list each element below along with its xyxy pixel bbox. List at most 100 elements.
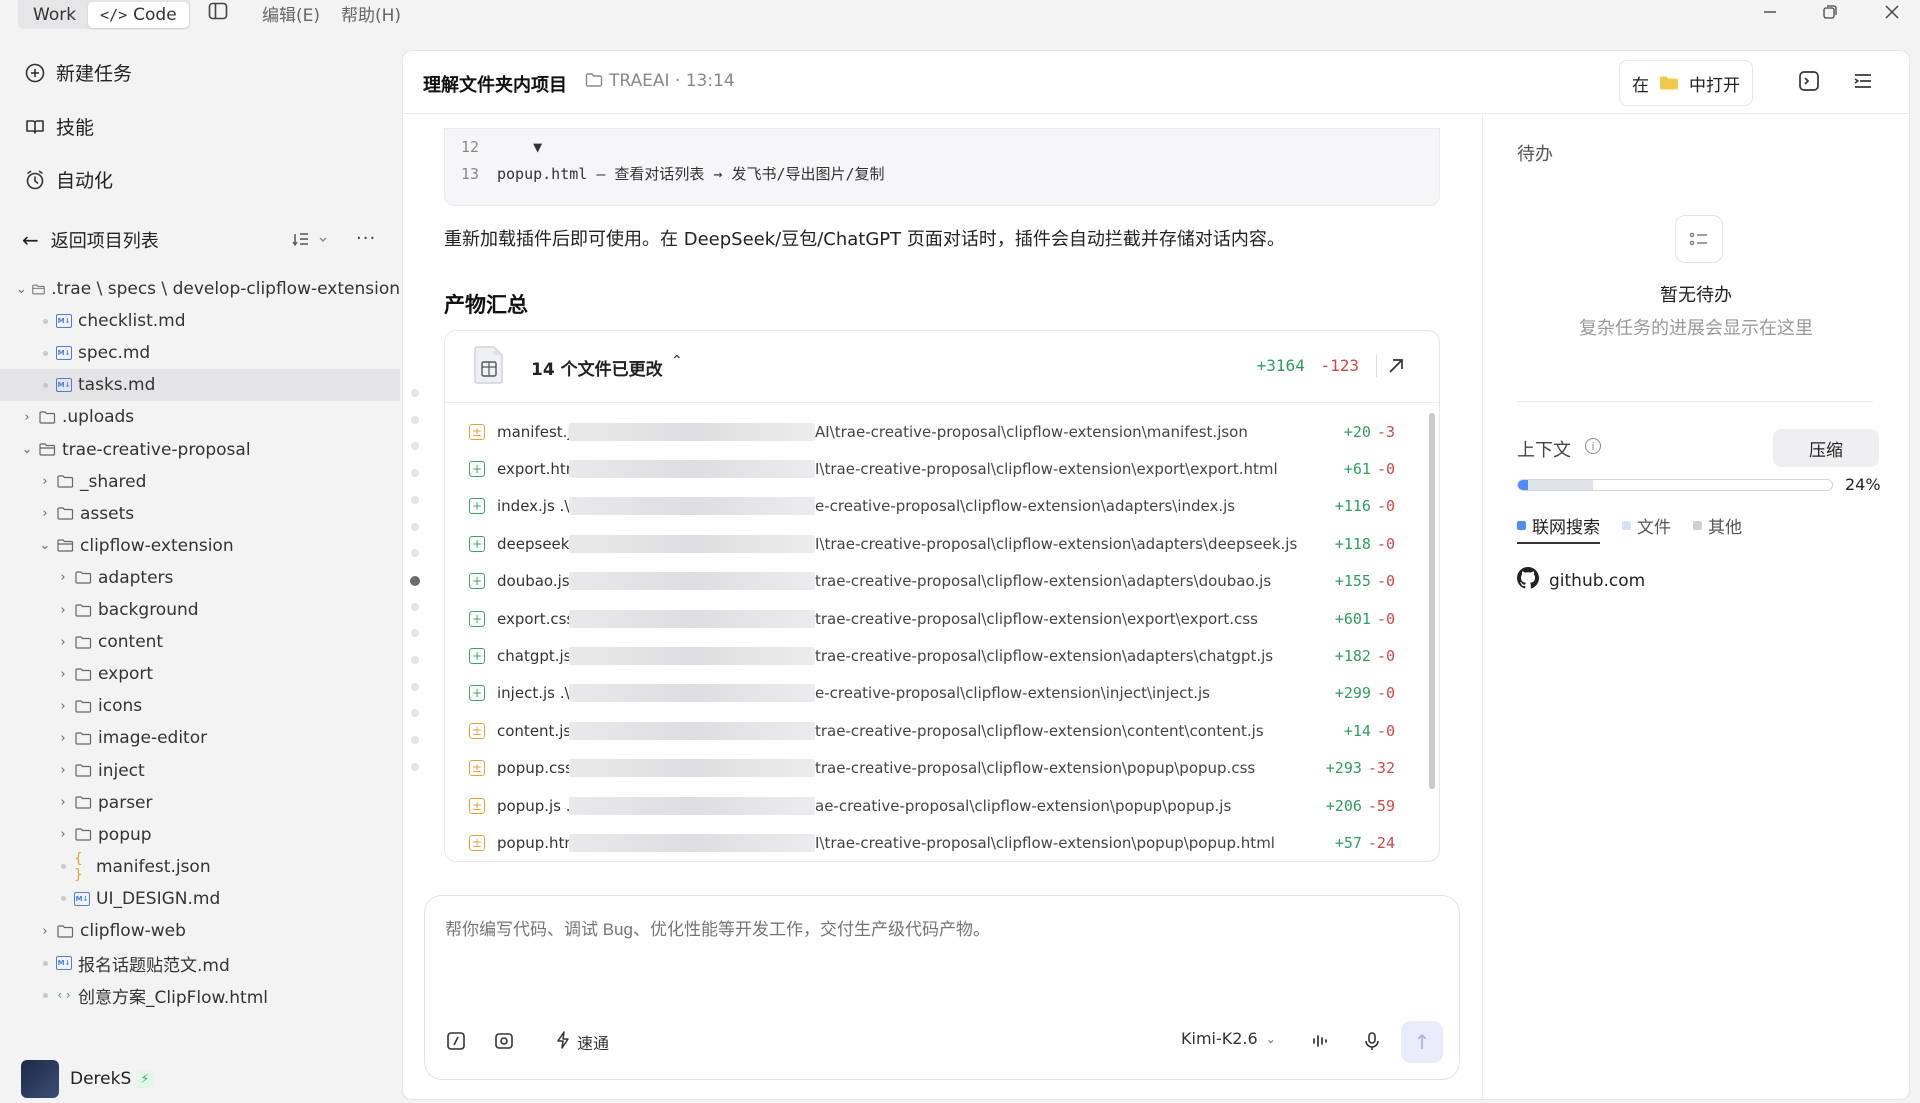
minimize-icon[interactable]	[1758, 0, 1782, 24]
chevron-right-icon[interactable]: ›	[56, 667, 70, 682]
tree-file[interactable]: M↓ tasks.md	[0, 369, 400, 402]
sidebar-toggle-icon[interactable]	[208, 2, 228, 20]
chevron-right-icon[interactable]: ›	[56, 635, 70, 650]
open-in-button[interactable]: 在 中打开	[1619, 60, 1753, 106]
timeline-dot[interactable]	[411, 415, 419, 424]
speed-mode-button[interactable]: 速通	[555, 1030, 609, 1054]
close-icon[interactable]	[1880, 0, 1904, 24]
changed-file-row[interactable]: + deepseek.j I\trae-creative-proposal\clip…	[445, 525, 1425, 562]
timeline-dot[interactable]	[411, 762, 419, 771]
tree-folder[interactable]: ⌄ clipflow-extension	[0, 530, 400, 562]
tree-folder[interactable]: › popup	[0, 819, 400, 851]
tree-folder[interactable]: › .uploads	[0, 401, 400, 433]
menu-edit[interactable]: 编辑(E)	[262, 1, 320, 26]
tree-file[interactable]: M↓ UI_DESIGN.md	[0, 883, 400, 915]
timeline-dot[interactable]	[410, 575, 420, 586]
context-title: 上下文	[1517, 440, 1571, 461]
files-changed-header[interactable]: 14 个文件已更改 ⌃ +3164 -123	[445, 331, 1439, 403]
changed-file-row[interactable]: + doubao.js trae-creative-proposal\clipflo…	[445, 563, 1425, 600]
tree-folder[interactable]: › background	[0, 594, 400, 626]
changed-file-row[interactable]: ± popup.htm I\trae-creative-proposal\clipf…	[445, 824, 1425, 861]
model-selector[interactable]: Kimi-K2.6 ⌄	[1181, 1029, 1276, 1048]
timeline-dot[interactable]	[411, 656, 419, 664]
changed-file-row[interactable]: ± manifest.js AI\trae-creative-proposal\cl…	[445, 413, 1425, 450]
mode-code-tab[interactable]: </> Code	[88, 1, 189, 28]
tree-folder[interactable]: › content	[0, 626, 400, 658]
timeline-dot[interactable]	[411, 522, 419, 531]
legend-web-search[interactable]: 联网搜索	[1517, 513, 1600, 544]
microphone-icon[interactable]	[1361, 1030, 1383, 1052]
chevron-right-icon[interactable]: ›	[56, 570, 70, 585]
chevron-right-icon[interactable]: ›	[38, 506, 52, 521]
tree-folder[interactable]: › adapters	[0, 562, 400, 594]
more-options-icon[interactable]: ···	[356, 228, 376, 249]
terminal-icon[interactable]	[1797, 69, 1823, 95]
back-to-projects[interactable]: ← 返回项目列表	[22, 227, 159, 253]
menu-help[interactable]: 帮助(H)	[341, 1, 401, 26]
changed-file-row[interactable]: + index.js .\(e-creative-proposal\clipflo…	[445, 488, 1425, 525]
slash-command-icon[interactable]	[445, 1030, 467, 1052]
chevron-right-icon[interactable]: ›	[38, 924, 52, 939]
chevron-right-icon[interactable]: ›	[38, 474, 52, 489]
chevron-right-icon[interactable]: ›	[56, 603, 70, 618]
tree-file[interactable]: ‹ › 创意方案_ClipFlow.html	[0, 979, 400, 1011]
tree-file[interactable]: M↓ 报名话题贴范文.md	[0, 947, 400, 979]
panel-list-icon[interactable]	[1851, 69, 1877, 95]
chevron-right-icon[interactable]: ›	[56, 731, 70, 746]
tree-folder[interactable]: › export	[0, 658, 400, 690]
tree-folder[interactable]: › clipflow-web	[0, 915, 400, 947]
legend-files[interactable]: 文件	[1622, 513, 1671, 544]
tree-folder[interactable]: ⌄ trae-creative-proposal	[0, 434, 400, 466]
context-source-github[interactable]: github.com	[1517, 567, 1645, 594]
info-icon[interactable]: i	[1585, 438, 1601, 454]
tree-file[interactable]: M↓ checklist.md	[0, 305, 400, 337]
image-attach-icon[interactable]	[493, 1030, 515, 1052]
file-list-scrollbar[interactable]	[1429, 413, 1435, 789]
open-external-icon[interactable]	[1385, 355, 1407, 377]
nav-automation[interactable]: 自动化	[24, 166, 113, 193]
chevron-right-icon[interactable]: ›	[56, 827, 70, 842]
tree-file[interactable]: { } manifest.json	[0, 851, 400, 883]
chevron-down-icon[interactable]: ⌄	[20, 442, 34, 457]
tree-folder[interactable]: › _shared	[0, 466, 400, 498]
changed-file-row[interactable]: + export.css trae-creative-proposal\clipfl…	[445, 600, 1425, 637]
restore-icon[interactable]	[1818, 0, 1842, 24]
tree-folder[interactable]: › parser	[0, 787, 400, 819]
chevron-down-icon[interactable]: ⌄	[38, 538, 52, 553]
file-modified-icon: ±	[469, 423, 485, 440]
chevron-right-icon[interactable]: ›	[56, 699, 70, 714]
folder-icon	[75, 796, 92, 809]
prompt-input[interactable]	[445, 920, 1425, 940]
changed-file-row[interactable]: + inject.js .\(e-creative-proposal\clipfl…	[445, 675, 1425, 712]
nav-skills[interactable]: 技能	[24, 113, 94, 140]
legend-other[interactable]: 其他	[1693, 513, 1742, 544]
audio-wave-icon[interactable]	[1309, 1030, 1331, 1052]
collapse-chevron-icon[interactable]: ⌃	[671, 353, 683, 369]
changed-file-row[interactable]: ± content.js trae-creative-proposal\clipfl…	[445, 712, 1425, 749]
tree-filter-icon[interactable]	[292, 228, 332, 250]
chevron-right-icon[interactable]: ›	[56, 763, 70, 778]
changed-file-row[interactable]: ± popup.css trae-creative-proposal\clipflo…	[445, 750, 1425, 787]
file-added-icon: +	[469, 460, 485, 477]
compress-button[interactable]: 压缩	[1773, 429, 1879, 467]
avatar[interactable]	[21, 1060, 59, 1098]
chevron-right-icon[interactable]: ›	[56, 795, 70, 810]
nav-new-task[interactable]: 新建任务	[24, 59, 132, 86]
timeline-dot[interactable]	[411, 389, 419, 397]
changed-file-row[interactable]: + export.htm I\trae-creative-proposal\clip…	[445, 450, 1425, 487]
tree-folder[interactable]: ⌄ .trae \ specs \ develop-clipflow-extens…	[0, 273, 400, 305]
timeline-dot[interactable]	[411, 682, 419, 691]
changed-file-row[interactable]: ± popup.js . ae-creative-proposal\clipflow…	[445, 787, 1425, 824]
tree-folder[interactable]: › icons	[0, 690, 400, 722]
chevron-right-icon[interactable]: ›	[20, 410, 34, 425]
mode-work-tab[interactable]: Work	[21, 2, 88, 28]
tree-folder[interactable]: › assets	[0, 498, 400, 530]
timeline-dot[interactable]	[411, 495, 419, 504]
send-button[interactable]: ↑	[1401, 1021, 1443, 1063]
tree-folder[interactable]: › inject	[0, 755, 400, 787]
tree-file[interactable]: M↓ spec.md	[0, 337, 400, 369]
timeline-dot[interactable]	[411, 602, 419, 611]
chevron-down-icon[interactable]: ⌄	[16, 282, 27, 297]
changed-file-row[interactable]: + chatgpt.js trae-creative-proposal\clipfl…	[445, 637, 1425, 674]
tree-folder[interactable]: › image-editor	[0, 722, 400, 754]
